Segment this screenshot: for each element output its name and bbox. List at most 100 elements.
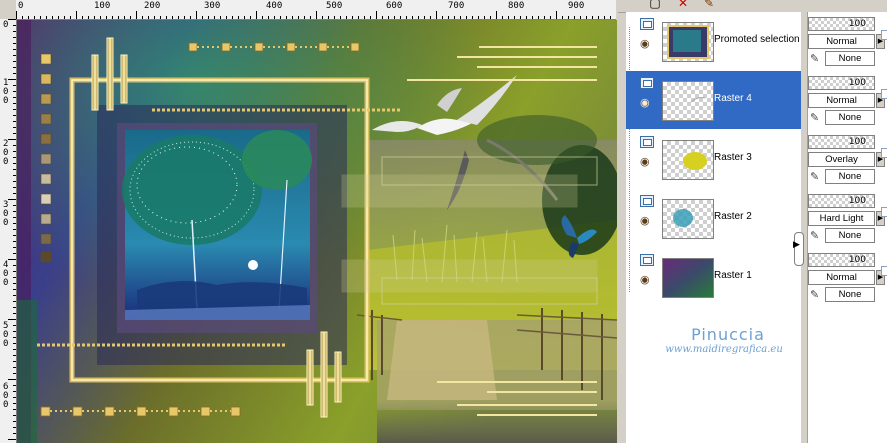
opacity-slider[interactable]: 100 [808,135,875,149]
ruler-tick [280,16,281,19]
layer-row-raster-3[interactable]: ◉ Raster 3 [626,130,801,188]
ruler-tick [262,16,263,19]
ruler-tick [13,25,16,26]
ruler-tick [13,331,16,332]
delete-icon[interactable]: ✕ [676,0,690,10]
eye-visibility-icon[interactable]: ◉ [640,156,650,167]
ruler-tick [100,16,101,19]
mask-select[interactable]: None [825,110,875,125]
ruler-tick [13,175,16,176]
lock-tab[interactable] [881,30,887,40]
ruler-left-label: 5 0 0 [3,321,9,349]
ruler-tick [172,16,173,19]
lock-tab[interactable] [881,148,887,158]
ruler-tick [13,85,16,86]
ruler-tick [532,16,533,19]
ruler-tick [22,16,23,19]
ruler-tick [502,16,503,19]
ruler-tick [580,16,581,19]
ruler-tick [256,11,257,19]
ruler-tick [13,145,16,146]
ruler-tick [586,16,587,19]
canvas-area[interactable]: 0 100 200 300 400 500 600 700 800 900 0 1 0 0 2 0 0… [0,0,618,443]
opacity-slider[interactable]: 100 [808,17,875,31]
ruler-tick [13,421,16,422]
eye-visibility-icon[interactable]: ◉ [640,97,650,108]
mask-select[interactable]: None [825,228,875,243]
new-layer-icon[interactable]: ▢ [648,0,662,10]
ruler-tick [13,277,16,278]
layer-props-raster-4: 100 Normal ▶ ✎ None [808,71,887,129]
layer-name[interactable]: Raster 2 [714,211,752,222]
ruler-tick [82,16,83,19]
layers-palette: ▢ ✕ ✎ ◉ Promoted selection ◉ Raster 4 ◉ [618,0,887,443]
ruler-tick [406,16,407,19]
layer-row-raster-4[interactable]: ◉ Raster 4 [626,71,801,129]
canvas-artwork[interactable] [17,20,617,443]
ruler-tick [64,16,65,19]
lock-tab[interactable] [881,207,887,217]
mask-select[interactable]: None [825,169,875,184]
eye-visibility-icon[interactable]: ◉ [640,38,650,49]
layer-row-raster-2[interactable]: ◉ Raster 2 [626,189,801,247]
layer-name[interactable]: Raster 3 [714,152,752,163]
layer-name[interactable]: Raster 4 [714,93,752,104]
blend-mode-select[interactable]: Overlay [808,152,875,167]
ruler-left-label: 6 0 0 [3,382,9,410]
opacity-slider[interactable]: 100 [808,253,875,267]
ruler-tick [13,265,16,266]
ruler-tick [238,16,239,19]
ruler-tick [388,16,389,19]
ruler-tick [13,121,16,122]
ruler-tick [418,16,419,19]
eye-visibility-icon[interactable]: ◉ [640,274,650,285]
ruler-tick [520,16,521,19]
blend-mode-select[interactable]: Normal [808,34,875,49]
ruler-tick [13,217,16,218]
eye-visibility-icon[interactable]: ◉ [640,215,650,226]
ruler-tick [13,49,16,50]
ruler-top-label: 100 [94,1,111,11]
ruler-tick [52,16,53,19]
lock-tab[interactable] [881,89,887,99]
layer-name[interactable]: Promoted selection [714,34,800,45]
ruler-tick [328,16,329,19]
ruler-tick [13,31,16,32]
ruler-tick [166,16,167,19]
ruler-tick [112,16,113,19]
blend-mode-select[interactable]: Normal [808,93,875,108]
ruler-tick [202,16,203,19]
ruler-tick [13,253,16,254]
paint-icon[interactable]: ✎ [702,0,716,10]
opacity-slider[interactable]: 100 [808,194,875,208]
layer-thumbnail [662,199,714,239]
expand-arrow-icon[interactable]: ▶ [793,240,800,250]
ruler-tick [13,361,16,362]
brush-icon: ✎ [810,52,820,65]
ruler-tick [394,16,395,19]
ruler-tick [430,16,431,19]
blend-mode-select[interactable]: Hard Light [808,211,875,226]
ruler-tick [13,349,16,350]
mask-select[interactable]: None [825,287,875,302]
layer-name[interactable]: Raster 1 [714,270,752,281]
ruler-tick [13,415,16,416]
ruler-tick [556,11,557,19]
ruler-tick [460,16,461,19]
mask-select[interactable]: None [825,51,875,66]
layer-row-raster-1[interactable]: ◉ Raster 1 [626,248,801,306]
ruler-left: 0 1 0 0 2 0 0 3 0 0 4 0 0 5 0 0 6 0 0 [0,19,17,443]
layer-row-promoted-selection[interactable]: ◉ Promoted selection [626,12,801,70]
ruler-tick [13,241,16,242]
opacity-slider[interactable]: 100 [808,76,875,90]
ruler-tick [220,16,221,19]
ruler-tick [13,103,16,104]
ruler-tick [8,319,16,320]
ruler-tick [442,16,443,19]
ruler-tick [13,211,16,212]
ruler-tick [472,16,473,19]
ruler-tick [400,16,401,19]
blend-mode-select[interactable]: Normal [808,270,875,285]
ruler-tick [13,205,16,206]
lock-tab[interactable] [881,266,887,276]
